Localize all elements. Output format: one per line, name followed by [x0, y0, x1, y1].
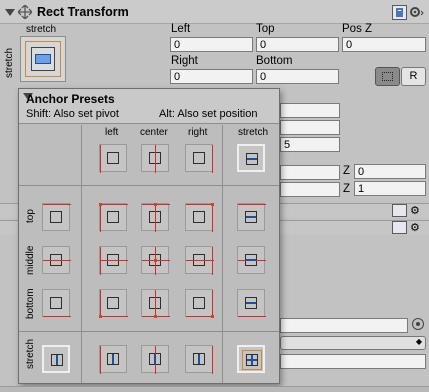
preset-none-right[interactable]	[185, 144, 213, 173]
preset-top-none[interactable]	[42, 203, 71, 231]
bottom-label: Bottom	[256, 55, 293, 67]
grid-divider-bottom	[19, 331, 279, 332]
row-header-bottom: bottom	[25, 288, 36, 319]
preset-none-stretch[interactable]	[237, 144, 265, 172]
preset-middle-left[interactable]	[99, 246, 128, 275]
bottom-field[interactable]: 0	[256, 69, 339, 84]
hidden-field-2[interactable]	[280, 120, 340, 135]
preset-middle-right[interactable]	[185, 246, 214, 275]
z-label-1: Z	[343, 165, 351, 177]
alt-hint: Alt: Also set position	[159, 108, 258, 120]
preset-top-left[interactable]	[99, 203, 128, 232]
move-icon	[17, 4, 33, 20]
preset-middle-center[interactable]	[141, 246, 170, 275]
field-below[interactable]	[280, 354, 426, 369]
left-label: Left	[171, 23, 191, 35]
top-field[interactable]: 0	[256, 37, 339, 52]
preset-middle-none[interactable]	[42, 246, 71, 274]
hidden-field-3[interactable]	[280, 165, 340, 180]
preset-stretch-stretch[interactable]	[237, 345, 265, 373]
preset-stretch-left[interactable]	[99, 345, 127, 374]
row-header-top: top	[25, 209, 36, 223]
col-header-left: left	[105, 127, 119, 138]
foldout-arrow-icon[interactable]	[5, 9, 15, 16]
col-header-center: center	[140, 127, 168, 138]
popup-title: Anchor Presets	[26, 92, 115, 106]
target-icon[interactable]	[412, 318, 424, 330]
row-header-stretch: stretch	[25, 338, 36, 369]
posz-label: Pos Z	[342, 23, 373, 35]
preset-bottom-left[interactable]	[99, 289, 128, 318]
grid-divider-right	[222, 125, 223, 383]
anchor-preset-top-label: stretch	[26, 24, 57, 35]
z-label-2: Z	[343, 183, 351, 195]
object-field[interactable]	[280, 318, 408, 333]
col-header-stretch: stretch	[238, 127, 269, 138]
hidden-field-4[interactable]	[280, 182, 340, 197]
preset-stretch-center[interactable]	[141, 345, 169, 374]
hidden-field-1[interactable]	[280, 103, 340, 118]
preset-none-center[interactable]	[141, 144, 169, 173]
z-field-1[interactable]: 0	[354, 164, 426, 179]
grid-divider-vertical	[81, 125, 82, 383]
gear-icon[interactable]: ⚙	[410, 221, 420, 234]
z-field-2[interactable]: 1	[354, 181, 426, 196]
reset-button[interactable]: R	[401, 67, 426, 86]
anchor-preset-button[interactable]	[20, 36, 66, 82]
col-header-right: right	[188, 127, 208, 138]
preset-middle-stretch[interactable]	[237, 246, 266, 274]
preset-stretch-right[interactable]	[185, 345, 213, 374]
grid-divider-horizontal	[19, 185, 279, 186]
gear-icon[interactable]	[409, 5, 425, 20]
preset-bottom-stretch[interactable]	[237, 289, 266, 317]
bottom-strip	[0, 386, 429, 392]
book-icon[interactable]	[392, 204, 407, 217]
book-icon[interactable]	[392, 221, 407, 234]
preset-top-stretch[interactable]	[237, 203, 266, 231]
component-title: Rect Transform	[37, 5, 129, 19]
top-label: Top	[256, 23, 275, 35]
right-label: Right	[171, 55, 198, 67]
left-field[interactable]: 0	[170, 37, 253, 52]
gear-icon[interactable]: ⚙	[410, 204, 420, 217]
preset-none-left[interactable]	[99, 144, 127, 173]
preset-bottom-right[interactable]	[185, 289, 214, 318]
preset-top-center[interactable]	[141, 203, 170, 232]
anchor-presets-popup[interactable]: Anchor Presets Shift: Also set pivot Alt…	[18, 88, 280, 384]
preset-top-right[interactable]	[185, 203, 214, 232]
raw-edit-button[interactable]	[375, 67, 400, 86]
right-field[interactable]: 0	[170, 69, 253, 84]
anchor-preset-side-label: stretch	[4, 47, 15, 78]
dropdown-arrow-icon: ◆	[415, 337, 422, 346]
partial-field[interactable]: 5	[280, 137, 340, 152]
posz-field[interactable]: 0	[342, 37, 426, 52]
preset-stretch-none[interactable]	[42, 345, 70, 373]
shift-hint: Shift: Also set pivot	[26, 108, 119, 120]
preset-bottom-none[interactable]	[42, 289, 71, 317]
dropdown[interactable]: ◆	[280, 336, 426, 350]
preset-bottom-center[interactable]	[141, 289, 170, 318]
row-header-middle: middle	[25, 245, 36, 275]
book-icon[interactable]	[392, 5, 407, 20]
